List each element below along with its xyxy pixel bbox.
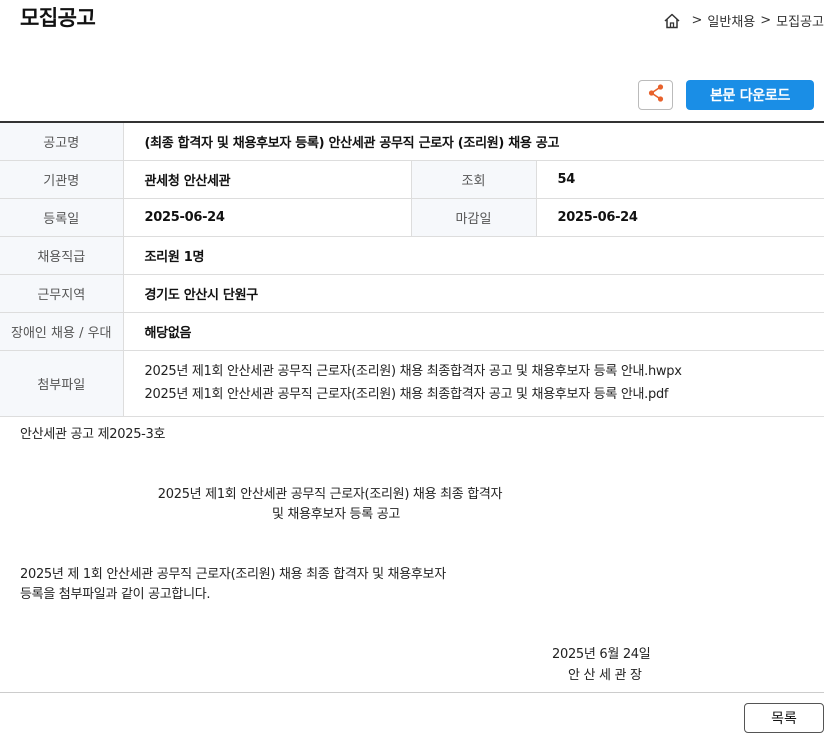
table-row: 공고명 (최종 합격자 및 채용후보자 등록) 안산세관 공무직 근로자 (조리… [0,122,824,161]
breadcrumb-separator: > [691,13,703,28]
deadline-label: 마감일 [410,198,537,237]
deadline-value: 2025-06-24 [536,198,824,237]
views-value: 54 [536,160,824,199]
disability-value: 해당없음 [123,312,824,351]
attachments-list: 2025년 제1회 안산세관 공무직 근로자(조리원) 채용 최종합격자 공고 … [123,350,824,417]
position-value: 조리원 1명 [123,236,824,275]
agency-value: 관세청 안산세관 [123,160,411,199]
notice-heading-line1: 2025년 제1회 안산세관 공무직 근로자(조리원) 채용 최종 합격자 [157,487,503,502]
reg-date-label: 등록일 [0,198,124,237]
disability-label: 장애인 채용 / 우대 [0,312,124,351]
breadcrumb: > 일반채용 > 모집공고 [663,11,824,30]
share-button[interactable] [638,80,673,110]
notice-name-value: (최종 합격자 및 채용후보자 등록) 안산세관 공무직 근로자 (조리원) 채… [123,122,824,161]
table-row: 채용직급 조리원 1명 [0,236,824,275]
notice-info-table: 공고명 (최종 합격자 및 채용후보자 등록) 안산세관 공무직 근로자 (조리… [0,121,824,417]
home-icon[interactable] [663,12,681,30]
breadcrumb-separator: > [760,13,772,28]
location-value: 경기도 안산시 단원구 [123,274,824,313]
notice-paragraph-line2: 등록을 첨부파일과 같이 공고합니다. [20,587,211,602]
location-label: 근무지역 [0,274,124,313]
page-title: 모집공고 [20,6,96,30]
views-label: 조회 [410,160,537,199]
notice-date: 2025년 6월 24일 [552,647,651,662]
divider [0,692,824,693]
download-body-button[interactable]: 본문 다운로드 [686,80,814,110]
attachment-link-hwpx[interactable]: 2025년 제1회 안산세관 공무직 근로자(조리원) 채용 최종합격자 공고 … [145,360,824,383]
table-row: 등록일 2025-06-24 마감일 2025-06-24 [0,198,824,237]
table-row: 근무지역 경기도 안산시 단원구 [0,274,824,313]
notice-heading-line2: 및 채용후보자 등록 공고 [271,507,401,522]
attachment-link-pdf[interactable]: 2025년 제1회 안산세관 공무직 근로자(조리원) 채용 최종합격자 공고 … [145,383,824,406]
attachments-label: 첨부파일 [0,350,124,417]
breadcrumb-item-general-recruit[interactable]: 일반채용 [707,11,755,30]
notice-paragraph-line1: 2025년 제 1회 안산세관 공무직 근로자(조리원) 채용 최종 합격자 및… [20,567,446,582]
position-label: 채용직급 [0,236,124,275]
table-row: 장애인 채용 / 우대 해당없음 [0,312,824,351]
notice-signer: 안 산 세 관 장 [568,668,642,683]
table-row: 첨부파일 2025년 제1회 안산세관 공무직 근로자(조리원) 채용 최종합격… [0,350,824,417]
share-icon [647,83,665,107]
notice-number: 안산세관 공고 제2025-3호 [20,427,166,442]
reg-date-value: 2025-06-24 [123,198,411,237]
notice-name-label: 공고명 [0,122,124,161]
agency-label: 기관명 [0,160,124,199]
table-row: 기관명 관세청 안산세관 조회 54 [0,160,824,199]
list-button[interactable]: 목록 [744,703,824,733]
breadcrumb-item-recruit-notice[interactable]: 모집공고 [776,11,824,30]
